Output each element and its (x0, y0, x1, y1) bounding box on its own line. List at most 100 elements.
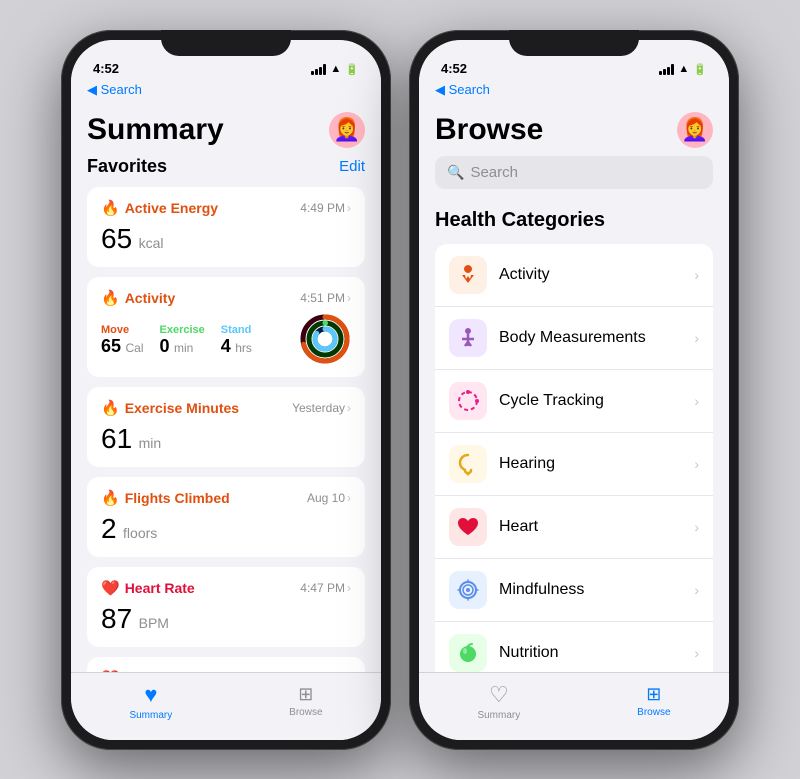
body-measurements-icon (449, 319, 487, 357)
flights-chevron-icon: › (347, 491, 351, 505)
active-energy-title: Active Energy (125, 200, 218, 216)
phone-browse: 4:52 ▲ 🔋 ◀ Search Browse 👩‍🦰 (409, 30, 739, 750)
activity-chevron: › (694, 267, 699, 283)
status-time: 4:52 (93, 61, 119, 76)
body-measurements-name: Body Measurements (499, 329, 682, 347)
heart-rate-title: Heart Rate (125, 580, 195, 596)
move-label: Move (101, 324, 144, 336)
stand-unit: hrs (235, 341, 252, 355)
exercise-minutes-value: 61 (101, 423, 132, 454)
exercise-value: 0 (160, 336, 170, 356)
notch (161, 30, 291, 56)
signal-icon (311, 64, 326, 75)
status-icons-2: ▲ 🔋 (659, 63, 707, 76)
category-nutrition[interactable]: Nutrition › (435, 622, 713, 672)
flights-title: Flights Climbed (125, 490, 230, 506)
battery-icon-2: 🔋 (693, 63, 707, 76)
flights-time: Aug 10 (307, 491, 345, 505)
activity-category-name: Activity (499, 266, 682, 284)
exercise-label: Exercise (160, 324, 205, 336)
hearing-name: Hearing (499, 455, 682, 473)
flights-climbed-card[interactable]: 🔥 Flights Climbed Aug 10 › 2 floors (87, 477, 365, 557)
category-cycle-tracking[interactable]: Cycle Tracking › (435, 370, 713, 433)
mindfulness-name: Mindfulness (499, 581, 682, 599)
browse-tab-icon-2: ⊞ (646, 684, 661, 705)
active-energy-value: 65 (101, 223, 132, 254)
move-unit: Cal (125, 341, 143, 355)
nav-back[interactable]: ◀ Search (71, 80, 381, 104)
tab-bar: ♥ Summary ⊞ Browse (71, 672, 381, 740)
exercise-minutes-time: Yesterday (292, 401, 345, 415)
activity-card[interactable]: 🔥 Activity 4:51 PM › Move 65 (87, 277, 365, 377)
cycle-tracking-name: Cycle Tracking (499, 392, 682, 410)
activity-chevron-icon: › (347, 291, 351, 305)
wifi-icon: ▲ (330, 63, 341, 75)
exercise-minutes-unit: min (139, 435, 162, 451)
exercise-minutes-card[interactable]: 🔥 Exercise Minutes Yesterday › 61 min (87, 387, 365, 467)
category-hearing[interactable]: Hearing › (435, 433, 713, 496)
tab-browse-2[interactable]: ⊞ Browse (637, 684, 670, 718)
mindfulness-chevron: › (694, 582, 699, 598)
tab-summary[interactable]: ♥ Summary (129, 682, 172, 721)
edit-button[interactable]: Edit (339, 158, 365, 175)
summary-tab-label-2: Summary (477, 710, 520, 721)
mindfulness-icon (449, 571, 487, 609)
heart-rate-card[interactable]: ❤️ Heart Rate 4:47 PM › 87 BPM (87, 567, 365, 647)
tab-bar-2: ♡ Summary ⊞ Browse (419, 672, 729, 740)
hrv-card[interactable]: ❤️ Heart Rate Variability 3:13 PM › 42 m… (87, 657, 365, 672)
tab-summary-2[interactable]: ♡ Summary (477, 682, 520, 721)
search-icon: 🔍 (447, 164, 464, 181)
nutrition-name: Nutrition (499, 644, 682, 662)
category-body-measurements[interactable]: Body Measurements › (435, 307, 713, 370)
search-placeholder: Search (470, 164, 518, 181)
move-value: 65 (101, 336, 121, 356)
body-chevron: › (694, 330, 699, 346)
summary-tab-icon: ♥ (144, 682, 157, 708)
avatar[interactable]: 👩‍🦰 (329, 112, 365, 148)
activity-title: Activity (125, 290, 176, 306)
exercise-minutes-icon: 🔥 (101, 399, 120, 417)
page-header: Summary 👩‍🦰 (87, 104, 365, 156)
section-title: Favorites (87, 156, 167, 177)
activity-time: 4:51 PM (300, 291, 345, 305)
signal-icon-2 (659, 64, 674, 75)
stand-label: Stand (221, 324, 252, 336)
nutrition-chevron: › (694, 645, 699, 661)
heart-icon (449, 508, 487, 546)
category-list: Activity › B (435, 244, 713, 672)
activity-category-icon (449, 256, 487, 294)
flights-unit: floors (123, 525, 157, 541)
exercise-unit: min (174, 341, 193, 355)
flights-value: 2 (101, 513, 117, 544)
browse-tab-label: Browse (289, 707, 322, 718)
browse-tab-label-2: Browse (637, 707, 670, 718)
stand-value: 4 (221, 336, 231, 356)
category-activity[interactable]: Activity › (435, 244, 713, 307)
browse-tab-icon: ⊞ (298, 684, 313, 705)
phone-summary: 4:52 ▲ 🔋 ◀ Search Summary 👩‍🦰 (61, 30, 391, 750)
search-bar[interactable]: 🔍 Search (435, 156, 713, 189)
hearing-icon (449, 445, 487, 483)
summary-tab-label: Summary (129, 710, 172, 721)
browse-avatar[interactable]: 👩‍🦰 (677, 112, 713, 148)
heart-rate-icon: ❤️ (101, 579, 120, 597)
section-header: Favorites Edit (87, 156, 365, 177)
notch-2 (509, 30, 639, 56)
tab-browse[interactable]: ⊞ Browse (289, 684, 322, 718)
nav-back-2[interactable]: ◀ Search (419, 80, 729, 104)
wifi-icon-2: ▲ (678, 63, 689, 75)
activity-icon: 🔥 (101, 289, 120, 307)
browse-page-header: Browse 👩‍🦰 (435, 104, 713, 156)
category-mindfulness[interactable]: Mindfulness › (435, 559, 713, 622)
exercise-chevron-icon: › (347, 401, 351, 415)
browse-page-title: Browse (435, 113, 543, 147)
cycle-tracking-icon (449, 382, 487, 420)
status-icons: ▲ 🔋 (311, 63, 359, 76)
hearing-chevron: › (694, 456, 699, 472)
active-energy-card[interactable]: 🔥 Active Energy 4:49 PM › 65 kcal (87, 187, 365, 267)
exercise-minutes-title: Exercise Minutes (125, 400, 239, 416)
page-title: Summary (87, 113, 224, 147)
heart-chevron: › (694, 519, 699, 535)
category-heart[interactable]: Heart › (435, 496, 713, 559)
active-energy-unit: kcal (139, 235, 164, 251)
